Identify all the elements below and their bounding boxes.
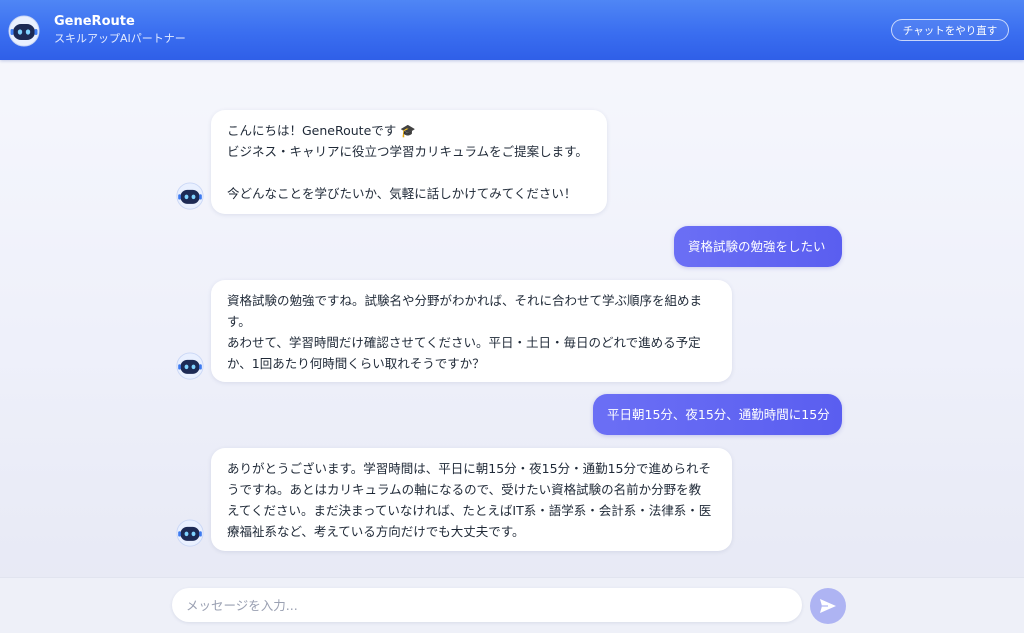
robot-icon bbox=[176, 182, 204, 210]
robot-icon bbox=[176, 519, 204, 547]
paper-plane-icon bbox=[820, 599, 836, 613]
robot-icon bbox=[176, 352, 204, 380]
bot-message: 資格試験の勉強ですね。試験名や分野がわかれば、それに合わせて学ぶ順序を組めま す… bbox=[211, 280, 732, 382]
send-button[interactable] bbox=[810, 588, 846, 624]
app-title: GeneRoute bbox=[54, 14, 135, 29]
app-header: GeneRoute スキルアップAIパートナー チャットをやり直す bbox=[0, 0, 1024, 60]
bot-message: ありがとうございます。学習時間は、平日に朝15分・夜15分・通勤15分で進められ… bbox=[211, 448, 732, 551]
user-message: 資格試験の勉強をしたい bbox=[674, 226, 842, 267]
robot-icon bbox=[8, 15, 40, 47]
user-message: 平日朝15分、夜15分、通勤時間に15分 bbox=[593, 394, 842, 435]
restart-chat-button[interactable]: チャットをやり直す bbox=[891, 19, 1009, 41]
app-subtitle: スキルアップAIパートナー bbox=[54, 32, 186, 45]
bot-message: こんにちは！GeneRouteです 🎓 ビジネス・キャリアに役立つ学習カリキュラ… bbox=[211, 110, 607, 214]
message-input[interactable] bbox=[172, 588, 802, 622]
